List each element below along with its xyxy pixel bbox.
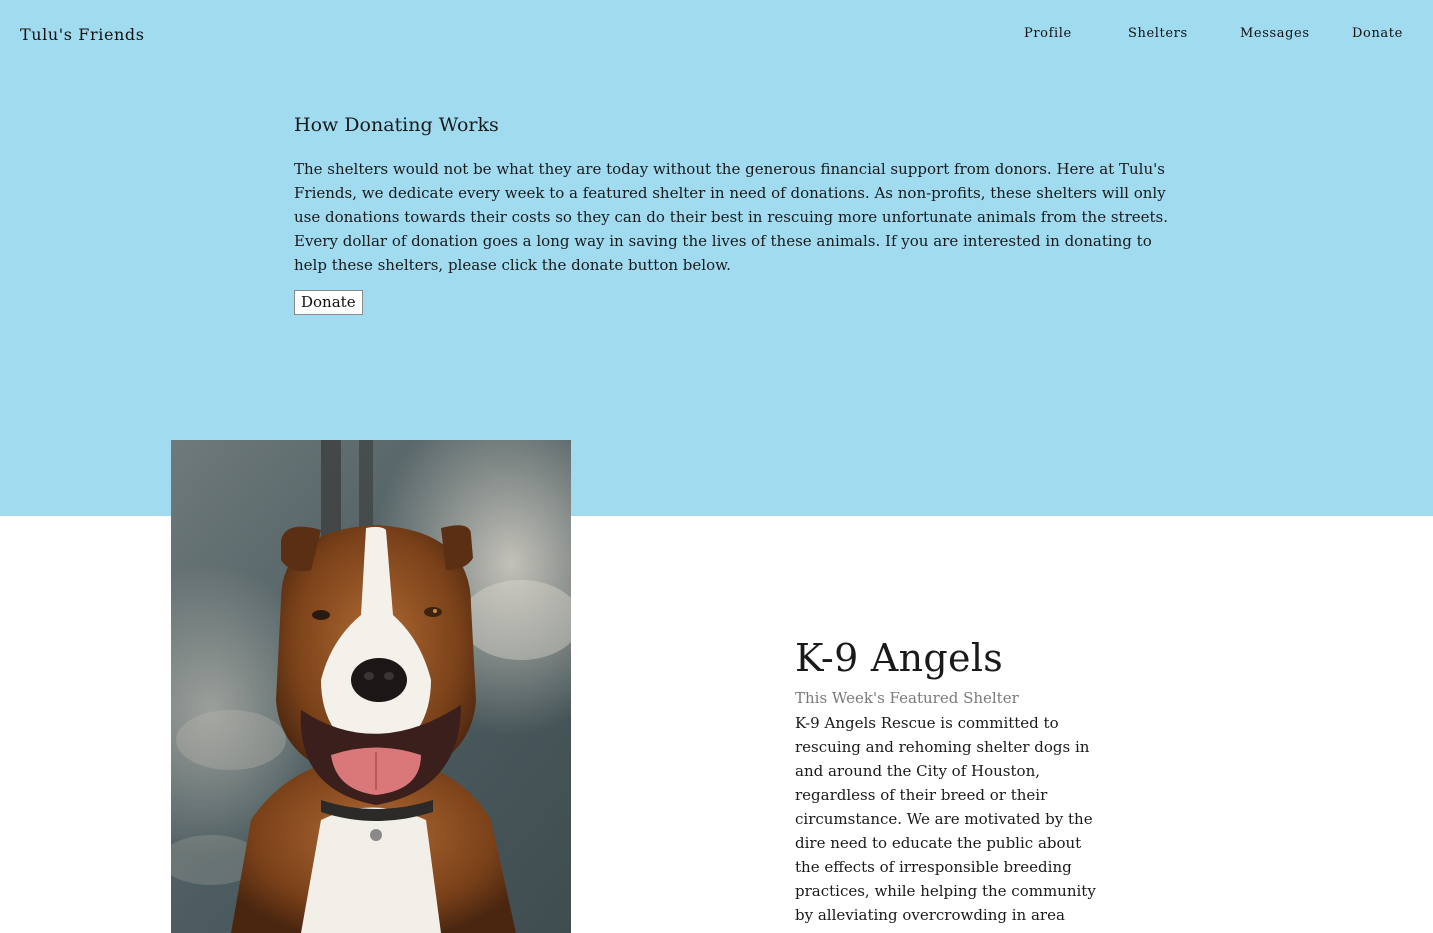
featured-shelter-subtitle: This Week's Featured Shelter [795, 689, 1019, 707]
featured-shelter-dog-photo [171, 440, 571, 933]
nav-shelters-link[interactable]: Shelters [1128, 26, 1188, 41]
donate-button[interactable]: Donate [294, 290, 363, 315]
how-donating-title: How Donating Works [294, 114, 499, 136]
featured-shelter-description: K-9 Angels Rescue is committed to rescui… [795, 714, 1096, 924]
dog-illustration [171, 440, 571, 933]
nav-profile-link[interactable]: Profile [1024, 26, 1072, 41]
how-donating-body: The shelters would not be what they are … [294, 160, 1168, 274]
featured-shelter-name: K-9 Angels [795, 636, 1004, 680]
main-nav: Profile Shelters Messages Donate [0, 26, 1433, 46]
how-donating-section: How Donating Works The shelters would no… [294, 114, 1194, 315]
nav-messages-link[interactable]: Messages [1240, 26, 1310, 41]
nav-donate-link[interactable]: Donate [1352, 26, 1403, 41]
page: Tulu's Friends Profile Shelters Messages… [0, 0, 1433, 933]
featured-shelter-section: K-9 Angels This Week's Featured Shelter … [795, 636, 1115, 927]
